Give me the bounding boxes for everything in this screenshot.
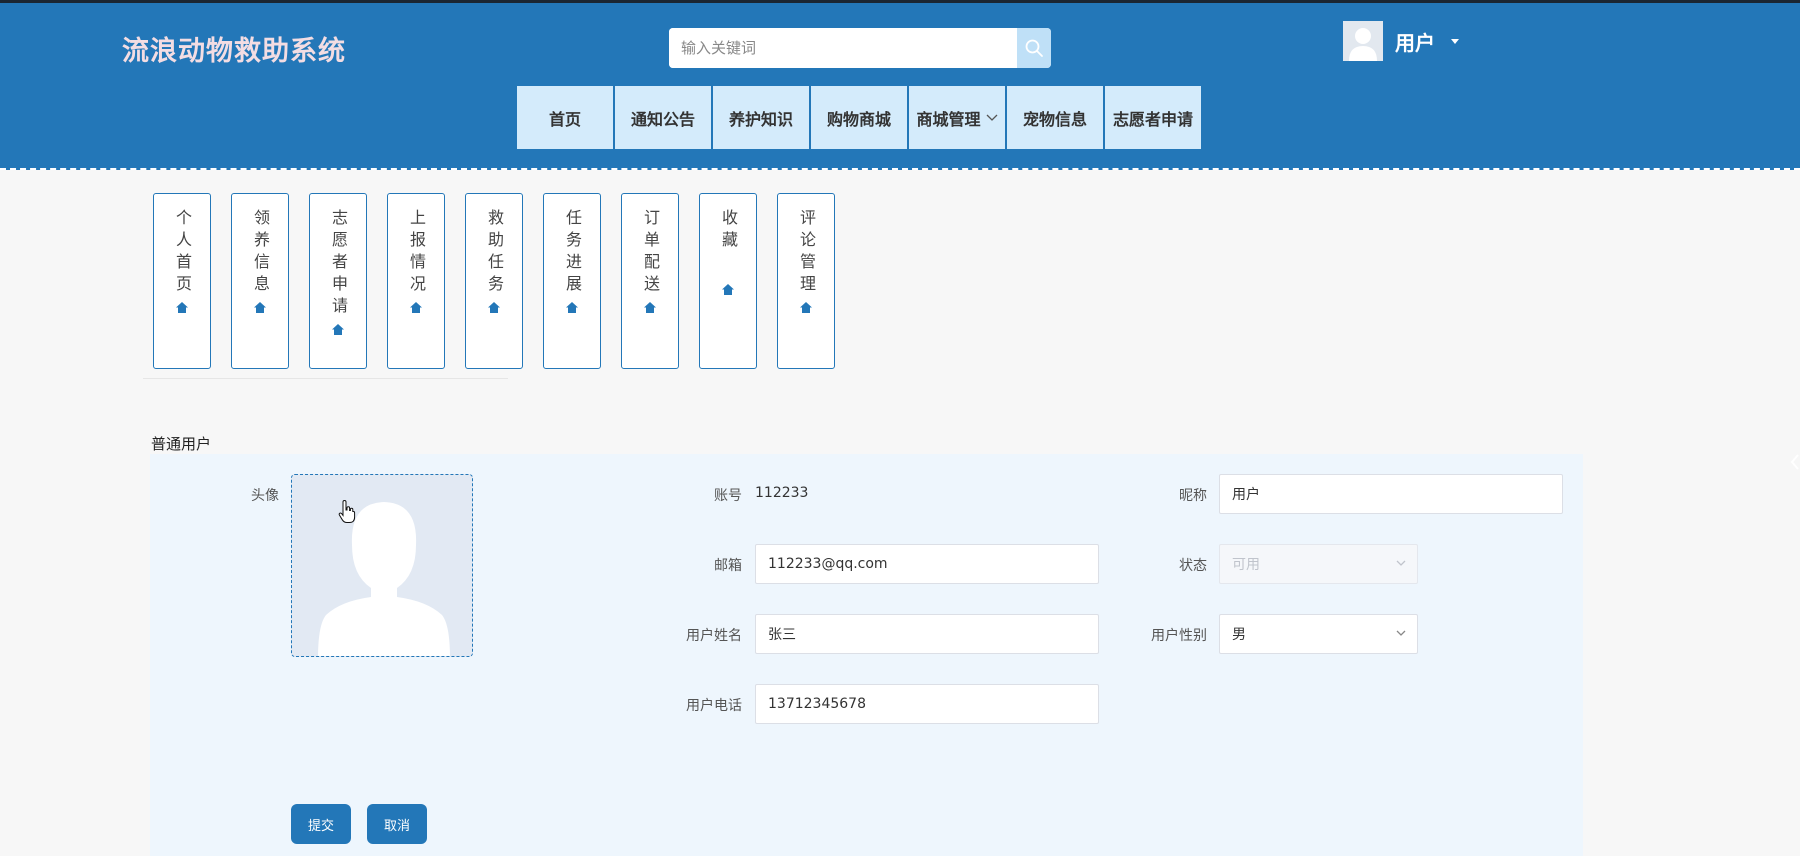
home-icon [800, 302, 812, 313]
nav-item-label: 宠物信息 [1022, 109, 1087, 129]
side-item-volunteer-apply[interactable]: 志愿者申请 [309, 193, 367, 369]
phone-input[interactable]: 13712345678 [755, 684, 1099, 724]
realname-value: 张三 [768, 627, 796, 643]
home-icon [332, 324, 344, 335]
gender-label: 用户性别 [1151, 628, 1207, 644]
avatar-label: 头像 [251, 488, 279, 504]
gender-select[interactable]: 男 [1219, 614, 1418, 654]
side-item-task-progress[interactable]: 任务进展 [543, 193, 601, 369]
home-icon [488, 302, 500, 313]
caret-down-icon [1451, 38, 1459, 44]
chevron-left-icon[interactable] [1790, 452, 1800, 472]
side-item-favorites[interactable]: 收藏 [699, 193, 757, 369]
side-item-label: 上报情况 [407, 209, 426, 297]
side-item-label: 评论管理 [797, 209, 816, 297]
search-box [669, 28, 1051, 68]
nav-item-home[interactable]: 首页 [517, 86, 613, 149]
section-title: 普通用户 [151, 435, 212, 453]
side-item-label: 个人首页 [173, 209, 192, 297]
realname-label: 用户姓名 [686, 628, 742, 644]
side-item-order-delivery[interactable]: 订单配送 [621, 193, 679, 369]
home-icon [410, 302, 422, 313]
chevron-down-icon [1396, 630, 1406, 636]
side-item-label: 救助任务 [485, 209, 504, 297]
home-icon [254, 302, 266, 313]
side-item-label: 领养信息 [251, 209, 270, 297]
avatar-upload[interactable] [291, 474, 473, 657]
site-title: 流浪动物救助系统 [122, 36, 346, 67]
search-input[interactable] [669, 28, 1017, 68]
email-input[interactable]: 112233@qq.com [755, 544, 1099, 584]
phone-value: 13712345678 [768, 696, 866, 712]
nav-item-notice[interactable]: 通知公告 [615, 86, 711, 149]
status-value: 可用 [1232, 557, 1260, 573]
user-menu[interactable]: 用户 [1343, 21, 1459, 61]
search-button[interactable] [1017, 28, 1051, 68]
nav-item-label: 购物商城 [826, 109, 891, 129]
account-label: 账号 [714, 488, 742, 504]
home-icon [176, 302, 188, 313]
chevron-down-icon [1396, 560, 1406, 566]
account-value: 112233 [755, 485, 809, 501]
user-name: 用户 [1395, 30, 1435, 55]
nav-item-label: 养护知识 [728, 109, 793, 129]
avatar-placeholder-icon [292, 475, 472, 656]
home-icon [722, 284, 734, 295]
nav-item-label: 通知公告 [630, 109, 695, 129]
side-item-adoption-info[interactable]: 领养信息 [231, 193, 289, 369]
avatar [1343, 21, 1383, 61]
status-label: 状态 [1179, 558, 1207, 574]
nav-item-label: 首页 [548, 109, 581, 129]
side-item-label: 订单配送 [641, 209, 660, 297]
home-icon [644, 302, 656, 313]
side-item-label: 收藏 [719, 209, 738, 253]
nav-item-volunteer-apply[interactable]: 志愿者申请 [1105, 86, 1201, 149]
email-label: 邮箱 [714, 558, 742, 574]
main-nav: 首页 通知公告 养护知识 购物商城 商城管理 宠物信息 志愿者申请 [517, 86, 1201, 149]
nav-item-pet-info[interactable]: 宠物信息 [1007, 86, 1103, 149]
nav-item-shop[interactable]: 购物商城 [811, 86, 907, 149]
phone-label: 用户电话 [686, 698, 742, 714]
side-item-label: 志愿者申请 [329, 209, 348, 319]
nav-item-label: 商城管理 [916, 109, 981, 129]
home-icon [566, 302, 578, 313]
cancel-button[interactable]: 取消 [367, 804, 427, 844]
header: 流浪动物救助系统 用户 首页 通知公告 养护知识 购物商城 商城管理 [0, 0, 1800, 170]
side-menu: 个人首页 领养信息 志愿者申请 上报情况 救助任务 任务进展 订单配送 收藏 评… [153, 193, 855, 369]
nav-item-shop-management[interactable]: 商城管理 [909, 86, 1005, 149]
side-item-personal-home[interactable]: 个人首页 [153, 193, 211, 369]
nickname-label: 昵称 [1179, 488, 1207, 504]
side-item-rescue-task[interactable]: 救助任务 [465, 193, 523, 369]
side-item-comment-management[interactable]: 评论管理 [777, 193, 835, 369]
chevron-down-icon [986, 114, 997, 121]
nickname-value: 用户 [1232, 487, 1260, 503]
nav-item-care-knowledge[interactable]: 养护知识 [713, 86, 809, 149]
divider [143, 378, 508, 379]
email-value: 112233@qq.com [768, 556, 888, 572]
status-select: 可用 [1219, 544, 1418, 584]
nickname-input[interactable]: 用户 [1219, 474, 1563, 514]
side-item-label: 任务进展 [563, 209, 582, 297]
side-item-report[interactable]: 上报情况 [387, 193, 445, 369]
gender-value: 男 [1232, 627, 1246, 643]
search-icon [1025, 39, 1043, 57]
user-silhouette-icon [1343, 21, 1383, 61]
nav-item-label: 志愿者申请 [1112, 109, 1193, 129]
realname-input[interactable]: 张三 [755, 614, 1099, 654]
hand-cursor-icon [338, 500, 356, 523]
submit-button[interactable]: 提交 [291, 804, 351, 844]
